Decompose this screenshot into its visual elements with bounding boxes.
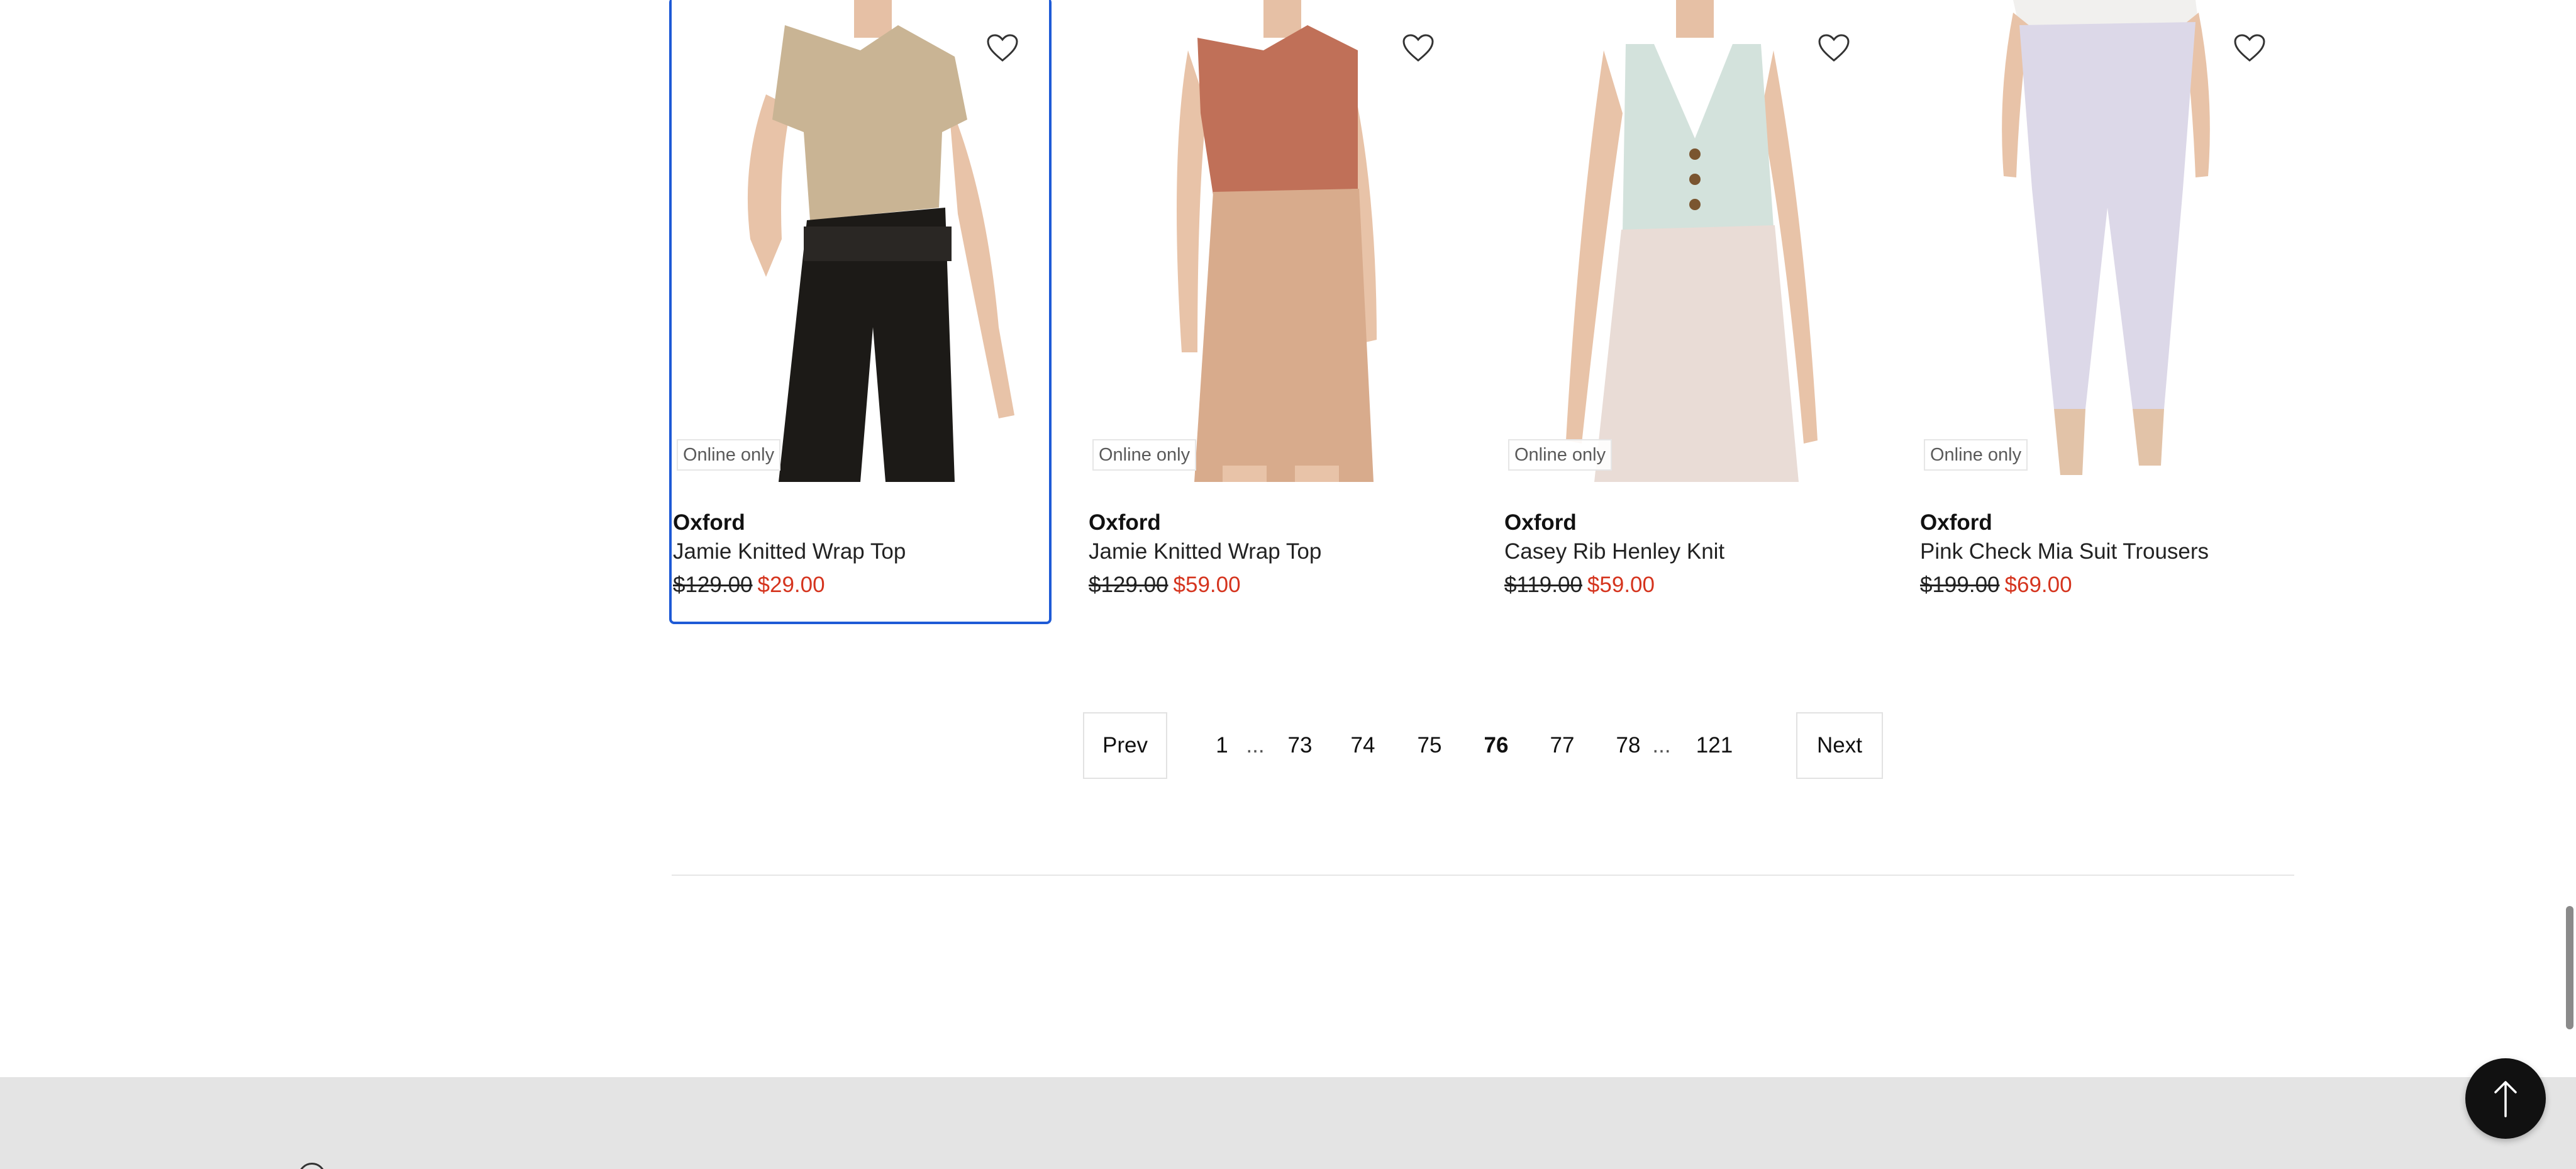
heart-outline-icon: [1818, 34, 1850, 62]
heart-outline-icon: [987, 34, 1018, 62]
product-price: $129.00 $59.00: [1089, 566, 1463, 604]
product-card[interactable]: Online only Oxford Pink Check Mia Suit T…: [1919, 0, 2296, 622]
page-link-current[interactable]: 76: [1474, 712, 1518, 779]
product-info: Oxford Casey Rib Henley Knit $119.00 $59.…: [1504, 508, 1879, 604]
next-page-button[interactable]: Next: [1796, 712, 1883, 779]
scrollbar[interactable]: [2563, 0, 2576, 1169]
product-image[interactable]: [1087, 0, 1465, 482]
was-price: $129.00: [673, 573, 753, 597]
product-brand: Oxford: [673, 510, 745, 535]
page-link[interactable]: 75: [1407, 712, 1452, 779]
product-name-link[interactable]: Pink Check Mia Suit Trousers: [1920, 537, 2295, 566]
was-price: $119.00: [1504, 573, 1582, 597]
product-name-link[interactable]: Jamie Knitted Wrap Top: [673, 537, 1048, 566]
product-card[interactable]: Online only Oxford Casey Rib Henley Knit…: [1503, 0, 1880, 622]
was-price: $199.00: [1920, 573, 2000, 597]
product-image[interactable]: [1503, 0, 1880, 482]
wishlist-button[interactable]: [980, 25, 1025, 70]
page-link[interactable]: 77: [1540, 712, 1584, 779]
online-only-badge: Online only: [1924, 439, 2028, 471]
product-info: Oxford Jamie Knitted Wrap Top $129.00 $59…: [1089, 508, 1463, 604]
wishlist-button[interactable]: [2227, 25, 2272, 70]
wishlist-button[interactable]: [1396, 25, 1441, 70]
pagination-ellipsis: ...: [1246, 733, 1265, 758]
product-price: $119.00 $59.00: [1504, 566, 1879, 604]
sale-price: $59.00: [1587, 573, 1655, 597]
page-link[interactable]: 74: [1341, 712, 1385, 779]
online-only-badge: Online only: [1092, 439, 1197, 471]
product-brand: Oxford: [1504, 510, 1577, 535]
product-price: $199.00 $69.00: [1920, 566, 2295, 604]
heart-outline-icon: [1402, 34, 1434, 62]
product-grid: Online only Oxford Jamie Knitted Wrap To…: [669, 0, 2296, 624]
product-card[interactable]: Online only Oxford Jamie Knitted Wrap To…: [1087, 0, 1465, 622]
arrow-up-icon: [2494, 1081, 2517, 1117]
page-link[interactable]: 78: [1606, 712, 1650, 779]
page-link[interactable]: 1: [1200, 712, 1244, 779]
product-price: $129.00 $29.00: [673, 566, 1048, 604]
page-link[interactable]: 121: [1692, 712, 1736, 779]
page-link[interactable]: 73: [1278, 712, 1322, 779]
footer: [0, 1077, 2576, 1169]
back-to-top-button[interactable]: [2465, 1058, 2546, 1139]
product-image[interactable]: [1919, 0, 2296, 482]
prev-page-button[interactable]: Prev: [1083, 712, 1167, 779]
was-price: $129.00: [1089, 573, 1169, 597]
product-name-link[interactable]: Casey Rib Henley Knit: [1504, 537, 1879, 566]
online-only-badge: Online only: [1508, 439, 1613, 471]
online-only-badge: Online only: [677, 439, 781, 471]
sale-price: $59.00: [1173, 573, 1241, 597]
product-brand: Oxford: [1089, 510, 1161, 535]
pagination-ellipsis: ...: [1652, 733, 1671, 758]
wishlist-button[interactable]: [1811, 25, 1857, 70]
product-info: Oxford Pink Check Mia Suit Trousers $199…: [1920, 508, 2295, 604]
product-brand: Oxford: [1920, 510, 1992, 535]
product-name-link[interactable]: Jamie Knitted Wrap Top: [1089, 537, 1463, 566]
sale-price: $29.00: [757, 573, 825, 597]
product-image[interactable]: [672, 0, 1049, 482]
heart-outline-icon: [2234, 34, 2265, 62]
pagination: Prev 1 ... 73 74 75 76 77 78 ... 121 Nex…: [1083, 712, 1883, 779]
product-card[interactable]: Online only Oxford Jamie Knitted Wrap To…: [669, 0, 1052, 624]
product-listing-page: Online only Oxford Jamie Knitted Wrap To…: [0, 0, 2576, 1169]
sale-price: $69.00: [2004, 573, 2072, 597]
product-info: Oxford Jamie Knitted Wrap Top $129.00 $29…: [673, 508, 1048, 604]
footer-circle-icon: [298, 1163, 326, 1169]
section-divider: [672, 875, 2294, 876]
scrollbar-thumb[interactable]: [2566, 906, 2573, 1029]
